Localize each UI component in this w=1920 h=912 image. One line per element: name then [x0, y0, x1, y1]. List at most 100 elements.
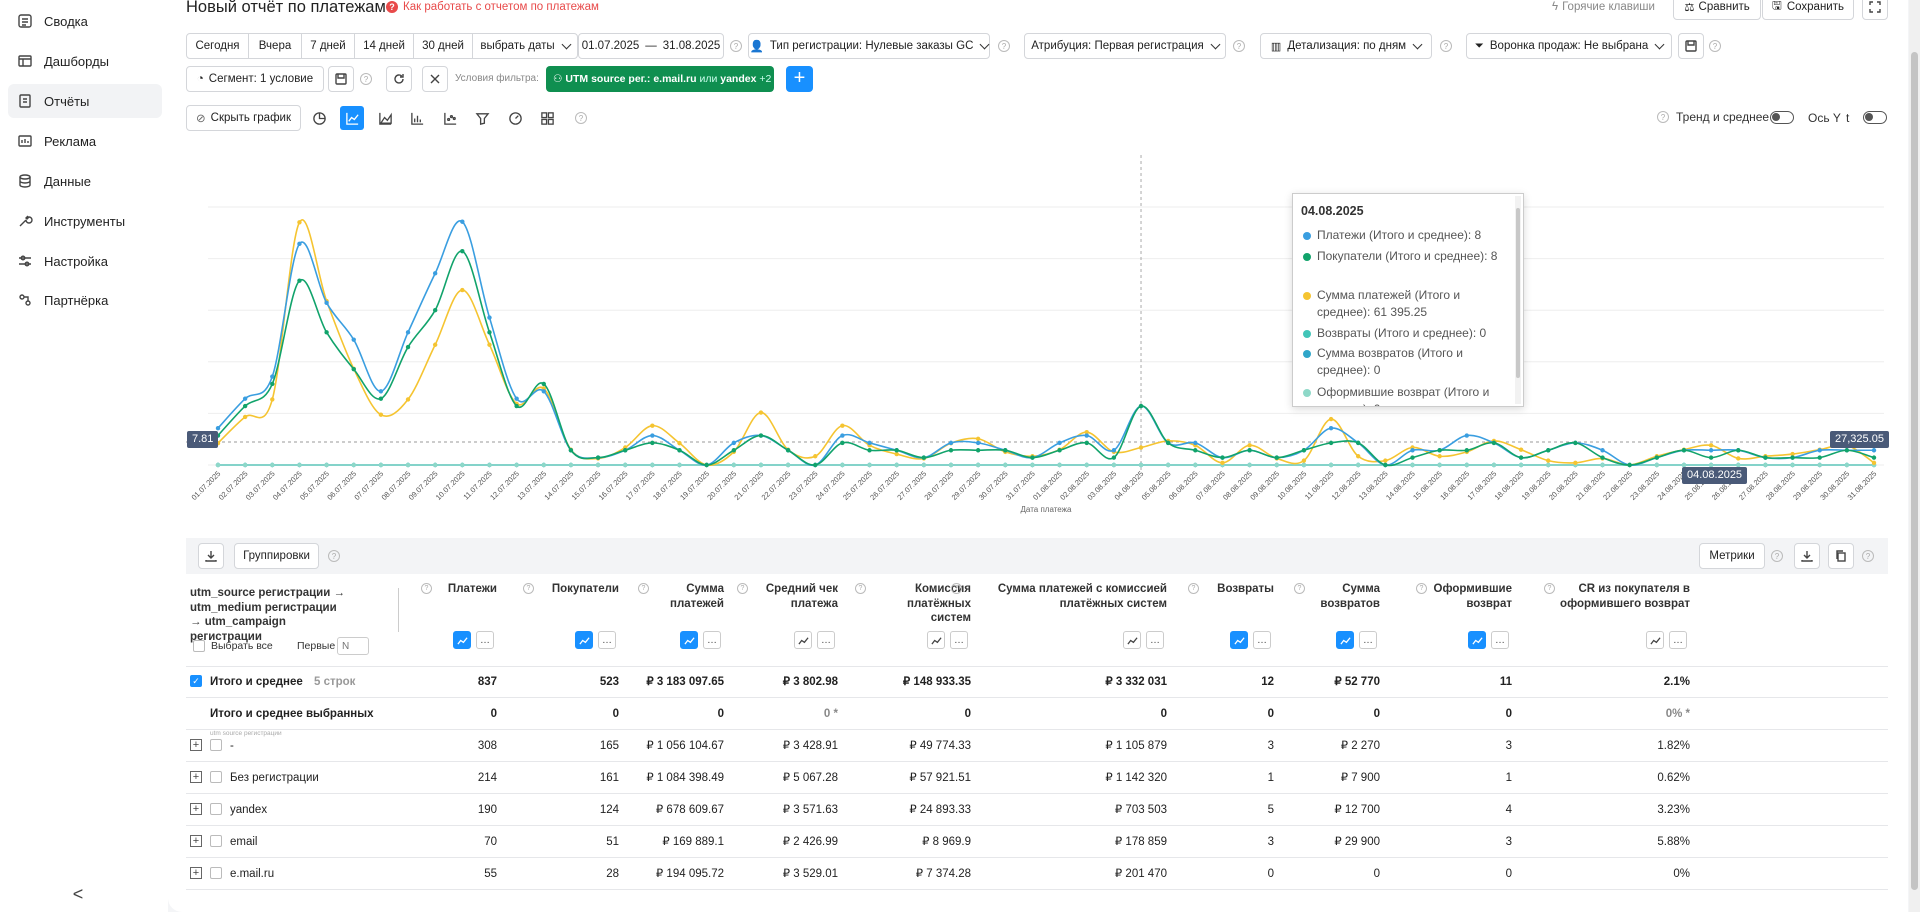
data-point[interactable]: [1736, 448, 1741, 453]
data-point[interactable]: [270, 462, 275, 468]
data-point[interactable]: [623, 462, 628, 468]
data-point[interactable]: [541, 381, 546, 387]
data-point[interactable]: [1084, 462, 1089, 468]
data-point[interactable]: [1274, 455, 1279, 460]
data-point[interactable]: [1057, 462, 1062, 468]
data-point[interactable]: [867, 440, 872, 446]
help-icon[interactable]: ?: [951, 583, 962, 594]
data-point[interactable]: [242, 396, 248, 401]
grid-chart-tool[interactable]: [535, 106, 559, 130]
data-point[interactable]: [1138, 445, 1144, 450]
data-point[interactable]: [623, 448, 628, 453]
metrics-button[interactable]: Метрики: [1699, 543, 1765, 569]
data-point[interactable]: [405, 330, 411, 335]
data-point[interactable]: [1355, 440, 1361, 446]
compare-button[interactable]: ⚖ Сравнить: [1673, 0, 1761, 20]
data-point[interactable]: [1003, 462, 1008, 468]
data-point[interactable]: [975, 462, 981, 468]
data-point[interactable]: [785, 448, 791, 453]
data-point[interactable]: [650, 440, 655, 446]
data-point[interactable]: [840, 423, 845, 428]
data-point[interactable]: [1546, 448, 1551, 453]
column-chart-toggle[interactable]: [927, 631, 945, 649]
data-point[interactable]: [921, 455, 927, 460]
data-point[interactable]: [405, 397, 411, 402]
data-point[interactable]: [215, 425, 221, 431]
help-icon[interactable]: ?: [575, 112, 587, 124]
period-7-days[interactable]: 7 дней: [301, 33, 355, 59]
expand-row-icon[interactable]: +: [190, 771, 202, 783]
period-today[interactable]: Сегодня: [186, 33, 249, 59]
data-point[interactable]: [677, 440, 682, 446]
data-point[interactable]: [813, 462, 818, 468]
segment-button[interactable]: ◔ Сегмент: 1 условие: [186, 66, 324, 92]
data-point[interactable]: [650, 423, 655, 428]
data-point[interactable]: [1491, 462, 1497, 468]
row-checkbox[interactable]: [210, 739, 222, 751]
help-icon[interactable]: ?: [1862, 550, 1874, 562]
data-point[interactable]: [1220, 460, 1225, 466]
column-header[interactable]: CR из покупателя в оформившего возврат: [1560, 582, 1690, 611]
data-point[interactable]: [297, 220, 302, 225]
data-point[interactable]: [568, 448, 574, 453]
data-point[interactable]: [297, 241, 302, 247]
data-point[interactable]: [1491, 440, 1497, 446]
expand-row-icon[interactable]: +: [190, 867, 202, 879]
data-point[interactable]: [1165, 440, 1171, 446]
help-icon[interactable]: ?: [730, 40, 742, 52]
first-n-input[interactable]: [337, 637, 369, 655]
data-point[interactable]: [1057, 440, 1062, 446]
column-header[interactable]: Покупатели: [539, 582, 619, 597]
data-point[interactable]: [840, 440, 845, 446]
sidebar-item-ads[interactable]: Реклама: [8, 124, 162, 158]
data-point[interactable]: [1600, 455, 1605, 460]
data-point[interactable]: [921, 462, 927, 468]
data-point[interactable]: [1410, 455, 1415, 460]
column-chart-toggle[interactable]: [453, 631, 471, 649]
data-point[interactable]: [1220, 455, 1225, 460]
data-point[interactable]: [514, 403, 519, 409]
export-button[interactable]: [198, 543, 224, 569]
help-icon[interactable]: ?: [1544, 583, 1555, 594]
row-checkbox[interactable]: [210, 835, 222, 847]
data-point[interactable]: [1247, 462, 1252, 468]
help-icon[interactable]: ?: [737, 583, 748, 594]
data-point[interactable]: [405, 344, 411, 350]
data-point[interactable]: [677, 462, 682, 468]
line-chart[interactable]: 01.07.202502.07.202503.07.202504.07.2025…: [186, 150, 1888, 520]
data-point[interactable]: [242, 414, 248, 420]
line-chart-tool[interactable]: [340, 106, 364, 130]
period-yesterday[interactable]: Вчера: [248, 33, 302, 59]
pie-chart-tool[interactable]: [307, 106, 331, 130]
data-point[interactable]: [948, 448, 954, 453]
data-point[interactable]: [541, 389, 546, 394]
sidebar-item-reports[interactable]: Отчёты: [8, 84, 162, 118]
data-point[interactable]: [1790, 462, 1795, 468]
tooltip-scrollbar[interactable]: [1515, 196, 1521, 404]
data-point[interactable]: [1030, 462, 1035, 468]
data-point[interactable]: [1138, 462, 1144, 468]
data-point[interactable]: [1817, 448, 1822, 453]
column-header[interactable]: Оформившие возврат: [1432, 582, 1512, 611]
data-point[interactable]: [351, 366, 356, 372]
data-point[interactable]: [1301, 462, 1307, 468]
data-point[interactable]: [1464, 462, 1469, 468]
expand-row-icon[interactable]: +: [190, 739, 202, 751]
data-point[interactable]: [1600, 462, 1605, 468]
data-point[interactable]: [1817, 455, 1822, 460]
add-filter-button[interactable]: +: [786, 66, 813, 92]
data-point[interactable]: [351, 462, 356, 468]
column-menu-button[interactable]: …: [703, 631, 721, 649]
data-point[interactable]: [894, 451, 899, 457]
column-menu-button[interactable]: …: [598, 631, 616, 649]
data-point[interactable]: [813, 454, 818, 459]
data-point[interactable]: [378, 462, 384, 468]
data-point[interactable]: [1057, 448, 1062, 453]
data-point[interactable]: [1193, 462, 1198, 468]
help-icon[interactable]: ?: [360, 73, 372, 85]
registration-type-dropdown[interactable]: 👤 Тип регистрации: Нулевые заказы GC: [748, 33, 990, 59]
copy-button[interactable]: [1828, 543, 1854, 569]
data-point[interactable]: [785, 462, 791, 468]
data-point[interactable]: [1301, 458, 1307, 463]
data-point[interactable]: [1736, 456, 1741, 461]
